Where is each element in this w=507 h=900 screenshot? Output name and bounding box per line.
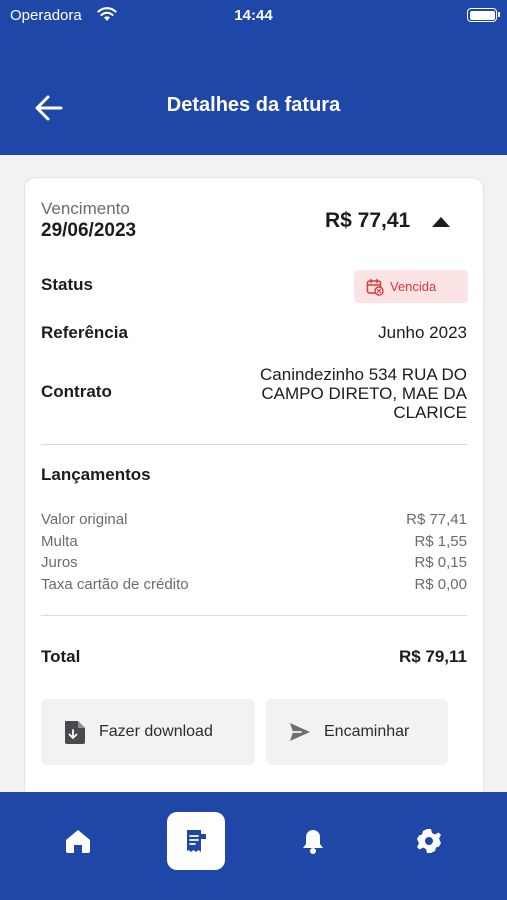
- entry-value: R$ 0,15: [414, 554, 467, 571]
- tab-notifications[interactable]: [284, 812, 342, 870]
- entry-value: R$ 1,55: [414, 532, 467, 550]
- download-button-label: Fazer download: [99, 723, 213, 740]
- tab-home[interactable]: [49, 812, 107, 870]
- divider: [41, 444, 467, 445]
- status-label: Status: [41, 275, 93, 294]
- list-item: Multa R$ 1,55: [41, 533, 467, 555]
- entry-label: Valor original: [41, 511, 128, 528]
- forward-button[interactable]: Encaminhar: [266, 699, 448, 765]
- entries-list: Valor original R$ 77,41 Multa R$ 1,55 Ju…: [41, 511, 467, 597]
- contract-value: Canindezinho 534 RUA DO CAMPO DIRETO, MA…: [260, 365, 467, 422]
- calendar-alert-icon: [366, 278, 384, 296]
- due-date: 29/06/2023: [41, 220, 137, 241]
- entry-label: Taxa cartão de crédito: [41, 575, 189, 593]
- entry-label: Multa: [41, 532, 78, 550]
- page-title: Detalhes da fatura: [166, 94, 341, 116]
- reference-label: Referência: [41, 323, 128, 342]
- bell-icon: [303, 830, 323, 854]
- status-badge-label: Vencida: [390, 279, 437, 294]
- battery-icon: [467, 8, 500, 22]
- tab-bar: [0, 792, 507, 900]
- forward-button-label: Encaminhar: [324, 723, 410, 740]
- tab-invoices[interactable]: [167, 812, 225, 870]
- list-item: Juros R$ 0,15: [41, 554, 467, 576]
- entry-value: R$ 0,00: [414, 575, 467, 593]
- send-icon: [290, 723, 310, 741]
- list-item: Valor original R$ 77,41: [41, 511, 467, 533]
- app-header: Operadora 14:44 Detalhes da fatura: [0, 0, 507, 155]
- contract-label: Contrato: [41, 382, 112, 401]
- collapse-caret-icon[interactable]: [431, 216, 451, 228]
- status-bar: Operadora 14:44: [0, 0, 507, 32]
- receipt-icon: [187, 830, 206, 852]
- due-label: Vencimento: [41, 199, 130, 218]
- entry-value: R$ 77,41: [406, 511, 467, 528]
- reference-value: Junho 2023: [378, 323, 467, 342]
- status-badge: Vencida: [354, 270, 468, 303]
- entry-label: Juros: [41, 554, 78, 571]
- gear-icon: [417, 829, 441, 853]
- download-button[interactable]: Fazer download: [41, 699, 255, 765]
- total-label: Total: [41, 647, 81, 666]
- file-download-icon: [65, 721, 85, 744]
- divider: [41, 615, 467, 616]
- total-value: R$ 79,11: [398, 647, 467, 666]
- list-item: Taxa cartão de crédito R$ 0,00: [41, 576, 467, 598]
- home-icon: [66, 830, 90, 853]
- clock: 14:44: [234, 7, 273, 24]
- invoice-card: Vencimento 29/06/2023 R$ 77,41 Status Ve…: [24, 177, 484, 817]
- invoice-amount: R$ 77,41: [325, 209, 411, 232]
- tab-settings[interactable]: [400, 812, 458, 870]
- entries-title: Lançamentos: [41, 465, 151, 484]
